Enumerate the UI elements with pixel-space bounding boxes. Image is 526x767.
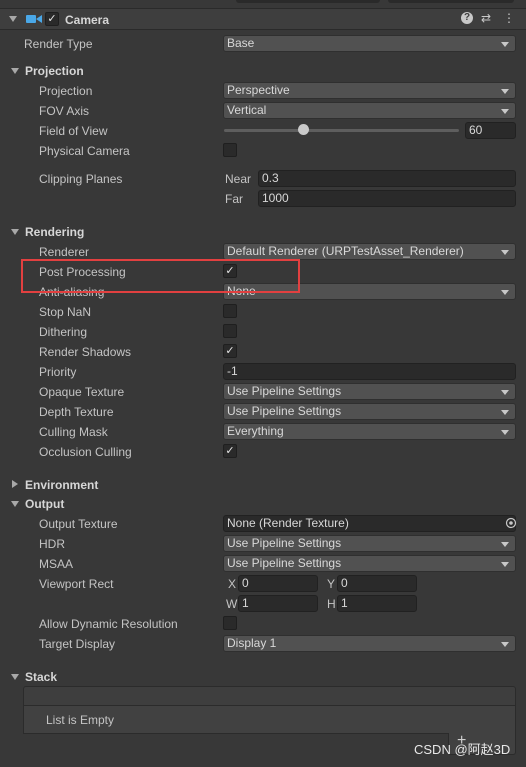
output-section-title[interactable]: Output bbox=[25, 496, 64, 512]
dynamic-resolution-checkbox[interactable] bbox=[223, 616, 237, 630]
foldout-arrow-icon[interactable] bbox=[9, 16, 17, 22]
environment-section-title[interactable]: Environment bbox=[25, 477, 98, 493]
priority-field[interactable]: -1 bbox=[223, 363, 516, 380]
renderer-dropdown[interactable]: Default Renderer (URPTestAsset_Renderer) bbox=[223, 243, 516, 260]
projection-foldout-icon[interactable] bbox=[11, 68, 19, 74]
renderer-label: Renderer bbox=[39, 245, 90, 259]
environment-foldout-icon[interactable] bbox=[12, 480, 18, 488]
viewport-rect-label: Viewport Rect bbox=[39, 577, 114, 591]
priority-label: Priority bbox=[39, 365, 77, 379]
hdr-dropdown[interactable]: Use Pipeline Settings bbox=[223, 535, 516, 552]
viewport-h-label: H bbox=[327, 597, 336, 611]
culling-mask-label: Culling Mask bbox=[39, 425, 108, 439]
opaque-texture-value: Use Pipeline Settings bbox=[227, 384, 342, 398]
component-header[interactable]: ✓ Camera ? ⇄ ⋮ bbox=[0, 8, 526, 30]
msaa-value: Use Pipeline Settings bbox=[227, 556, 342, 570]
viewport-h-field[interactable]: 1 bbox=[337, 595, 417, 612]
fov-field[interactable]: 60 bbox=[465, 122, 516, 139]
object-picker-icon[interactable] bbox=[505, 517, 517, 529]
physical-camera-checkbox[interactable] bbox=[223, 143, 237, 157]
fov-slider-knob[interactable] bbox=[298, 124, 310, 135]
stack-section-title[interactable]: Stack bbox=[25, 669, 57, 685]
physical-camera-label: Physical Camera bbox=[39, 144, 130, 158]
msaa-label: MSAA bbox=[39, 557, 74, 571]
target-display-value: Display 1 bbox=[227, 636, 277, 650]
fov-axis-dropdown[interactable]: Vertical bbox=[223, 102, 516, 119]
viewport-x-label: X bbox=[228, 577, 237, 591]
opaque-texture-dropdown[interactable]: Use Pipeline Settings bbox=[223, 383, 516, 400]
dithering-checkbox[interactable] bbox=[223, 324, 237, 338]
stop-nan-checkbox[interactable] bbox=[223, 304, 237, 318]
occlusion-culling-label: Occlusion Culling bbox=[39, 445, 132, 459]
output-texture-value: None (Render Texture) bbox=[227, 516, 349, 530]
fov-slider-track[interactable] bbox=[224, 129, 459, 132]
viewport-w-field[interactable]: 1 bbox=[238, 595, 318, 612]
render-type-label: Render Type bbox=[24, 37, 93, 51]
projection-dropdown[interactable]: Perspective bbox=[223, 82, 516, 99]
renderer-value: Default Renderer (URPTestAsset_Renderer) bbox=[227, 244, 464, 258]
stack-empty-text: List is Empty bbox=[46, 713, 115, 727]
output-texture-field[interactable]: None (Render Texture) bbox=[223, 515, 516, 532]
viewport-y-label: Y bbox=[327, 577, 336, 591]
depth-texture-label: Depth Texture bbox=[39, 405, 114, 419]
clipping-planes-label: Clipping Planes bbox=[39, 172, 123, 186]
projection-label: Projection bbox=[39, 84, 93, 98]
opaque-texture-label: Opaque Texture bbox=[39, 385, 125, 399]
occlusion-culling-checkbox[interactable]: ✓ bbox=[223, 444, 237, 458]
msaa-dropdown[interactable]: Use Pipeline Settings bbox=[223, 555, 516, 572]
render-type-dropdown[interactable]: Base bbox=[223, 35, 516, 52]
stop-nan-label: Stop NaN bbox=[39, 305, 92, 319]
rendering-foldout-icon[interactable] bbox=[11, 229, 19, 235]
rendering-section-title[interactable]: Rendering bbox=[25, 224, 84, 240]
output-texture-label: Output Texture bbox=[39, 517, 118, 531]
stack-list-header bbox=[23, 686, 516, 706]
hdr-value: Use Pipeline Settings bbox=[227, 536, 342, 550]
highlight-box bbox=[21, 259, 300, 293]
help-icon[interactable]: ? bbox=[461, 12, 473, 24]
depth-texture-dropdown[interactable]: Use Pipeline Settings bbox=[223, 403, 516, 420]
depth-texture-value: Use Pipeline Settings bbox=[227, 404, 342, 418]
culling-mask-value: Everything bbox=[227, 424, 284, 438]
fov-axis-label: FOV Axis bbox=[39, 104, 90, 118]
projection-section-title[interactable]: Projection bbox=[25, 63, 84, 79]
component-enabled-checkbox[interactable]: ✓ bbox=[45, 12, 59, 26]
camera-icon bbox=[26, 15, 42, 23]
component-title: Camera bbox=[65, 13, 110, 27]
viewport-y-field[interactable]: 0 bbox=[337, 575, 417, 592]
target-display-label: Target Display bbox=[39, 637, 116, 651]
viewport-w-label: W bbox=[226, 597, 238, 611]
output-foldout-icon[interactable] bbox=[11, 501, 19, 507]
presets-icon[interactable]: ⇄ bbox=[481, 11, 491, 25]
dithering-label: Dithering bbox=[39, 325, 88, 339]
far-field[interactable]: 1000 bbox=[258, 190, 516, 207]
target-display-dropdown[interactable]: Display 1 bbox=[223, 635, 516, 652]
culling-mask-dropdown[interactable]: Everything bbox=[223, 423, 516, 440]
viewport-x-field[interactable]: 0 bbox=[238, 575, 318, 592]
far-label: Far bbox=[225, 192, 243, 206]
stack-list-body: List is Empty bbox=[23, 706, 516, 734]
hdr-label: HDR bbox=[39, 537, 65, 551]
dynamic-resolution-label: Allow Dynamic Resolution bbox=[39, 617, 178, 631]
render-type-value: Base bbox=[227, 36, 255, 50]
projection-value: Perspective bbox=[227, 83, 290, 97]
fov-axis-value: Vertical bbox=[227, 103, 267, 117]
top-strip bbox=[0, 0, 526, 7]
near-label: Near bbox=[225, 172, 252, 186]
fov-label: Field of View bbox=[39, 124, 108, 138]
stack-foldout-icon[interactable] bbox=[11, 674, 19, 680]
render-shadows-checkbox[interactable]: ✓ bbox=[223, 344, 237, 358]
render-shadows-label: Render Shadows bbox=[39, 345, 132, 359]
near-field[interactable]: 0.3 bbox=[258, 170, 516, 187]
more-options-icon[interactable]: ⋮ bbox=[503, 11, 515, 25]
watermark-text: CSDN @阿赵3D bbox=[414, 742, 511, 757]
